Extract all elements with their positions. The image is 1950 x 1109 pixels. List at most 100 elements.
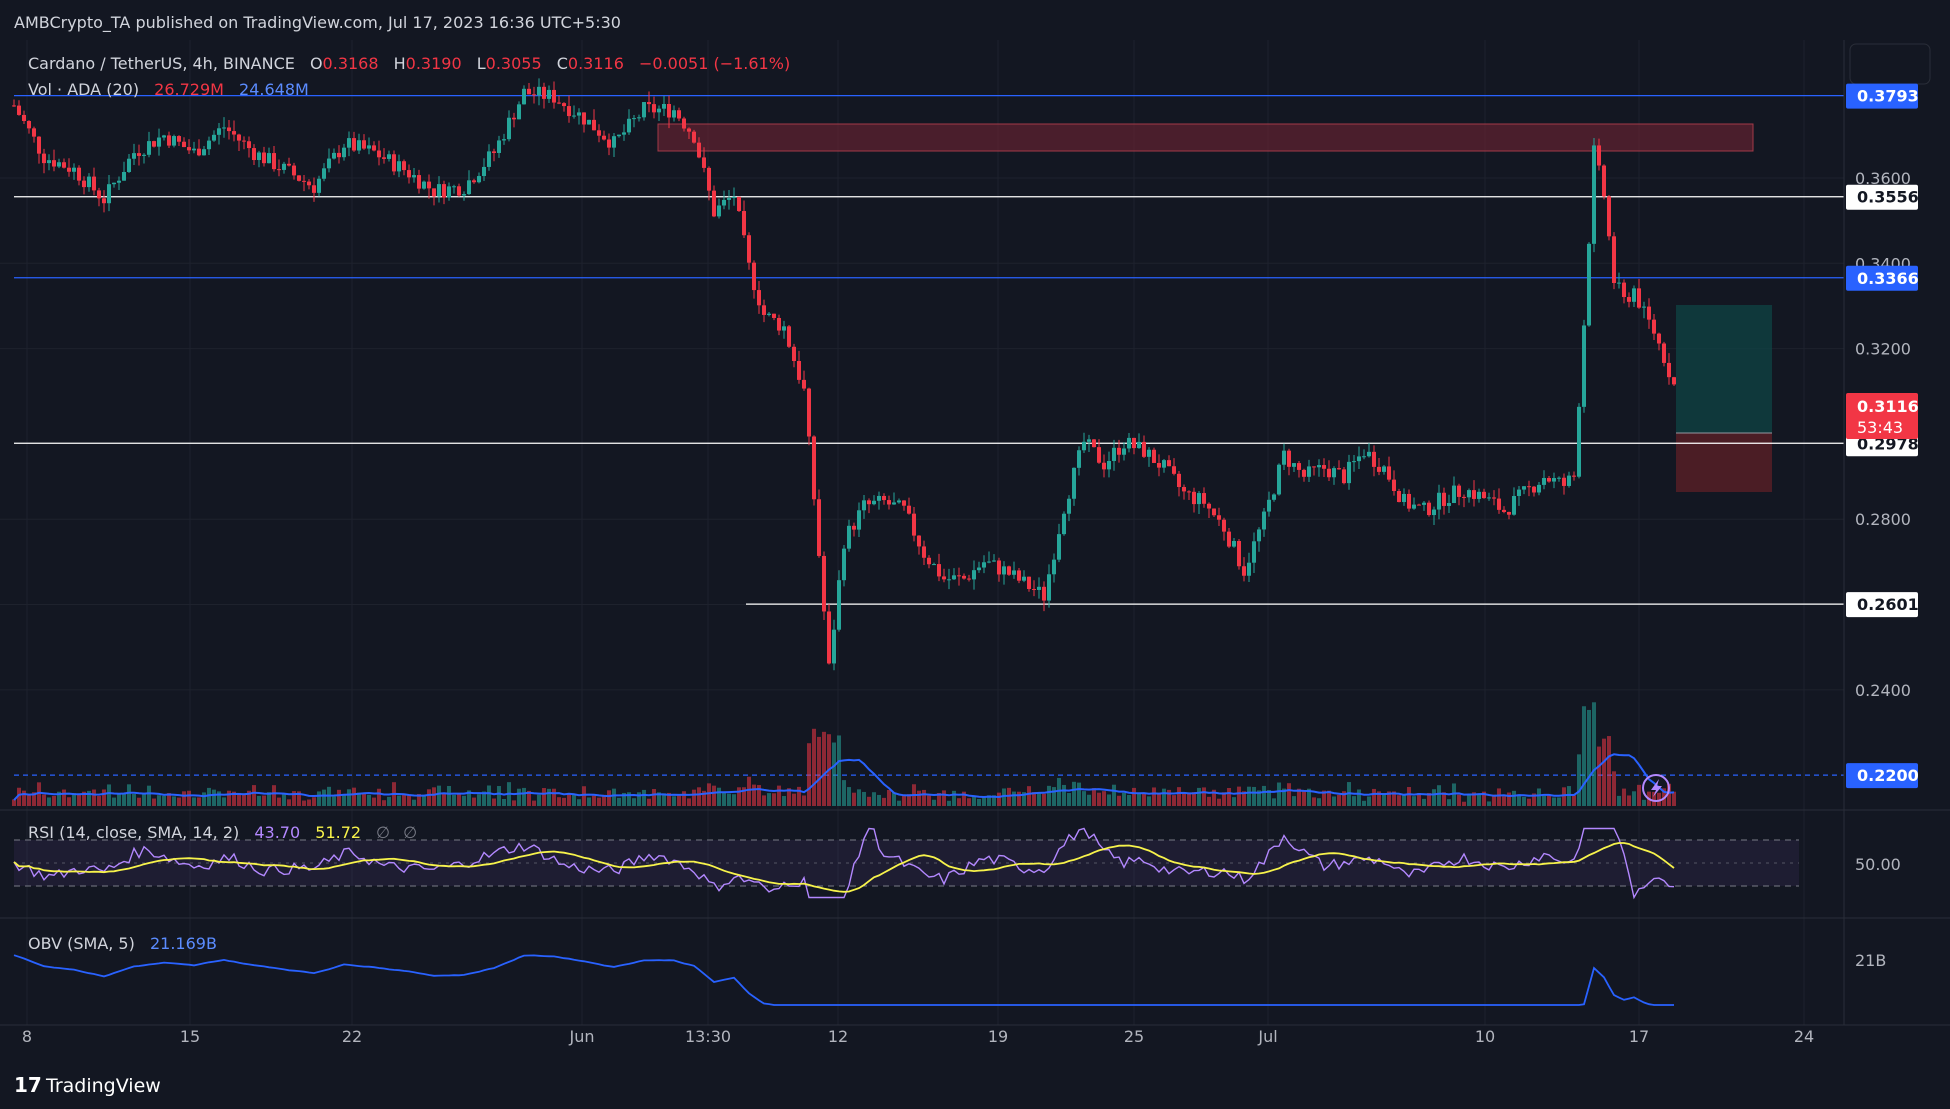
candle-body bbox=[937, 564, 941, 577]
candle-body bbox=[127, 158, 131, 172]
candle-body bbox=[1637, 288, 1641, 308]
volume-bar bbox=[1502, 796, 1506, 806]
volume-bar bbox=[157, 795, 161, 806]
level-tag-label: 0.2601 bbox=[1857, 595, 1919, 614]
candle-body bbox=[977, 567, 981, 571]
volume-bar bbox=[1622, 788, 1626, 806]
volume-bar bbox=[1207, 796, 1211, 806]
candle-body bbox=[527, 88, 531, 95]
volume-bar bbox=[197, 797, 201, 806]
candle-body bbox=[747, 235, 751, 263]
candle-body bbox=[152, 141, 156, 147]
volume-bar bbox=[1512, 790, 1516, 806]
candle-body bbox=[812, 436, 816, 500]
candle-body bbox=[1062, 513, 1066, 535]
candle-body bbox=[942, 576, 946, 580]
candle-body bbox=[182, 141, 186, 148]
volume-bar bbox=[412, 799, 416, 806]
candle-body bbox=[42, 153, 46, 164]
volume-bar bbox=[252, 785, 256, 806]
candle-body bbox=[697, 142, 701, 158]
volume-bar bbox=[947, 800, 951, 806]
candle-body bbox=[892, 502, 896, 505]
volume-bar bbox=[282, 794, 286, 806]
candle-body bbox=[1337, 468, 1341, 470]
candle-body bbox=[1527, 486, 1531, 488]
candle-body bbox=[862, 500, 866, 511]
candle-body bbox=[347, 138, 351, 148]
volume-bar bbox=[1062, 784, 1066, 806]
candle-body bbox=[362, 140, 366, 149]
candle-body bbox=[1012, 570, 1016, 575]
candle-body bbox=[1232, 541, 1236, 547]
time-tick-label: Jun bbox=[569, 1027, 595, 1046]
candle-body bbox=[147, 141, 151, 155]
volume-bar bbox=[1587, 709, 1591, 806]
volume-bar bbox=[1457, 794, 1461, 806]
candle-body bbox=[907, 505, 911, 514]
candle-body bbox=[1632, 288, 1636, 302]
axis-scale-button[interactable] bbox=[1849, 43, 1931, 85]
volume-bar bbox=[362, 793, 366, 806]
candle-body bbox=[237, 134, 241, 141]
candle-body bbox=[912, 513, 916, 536]
candle-body bbox=[927, 557, 931, 565]
candle-body bbox=[472, 180, 476, 183]
volume-bar bbox=[1362, 800, 1366, 806]
volume-bar bbox=[132, 794, 136, 806]
candle-body bbox=[477, 176, 481, 183]
candle-body bbox=[1572, 475, 1576, 477]
price-candles bbox=[12, 78, 1676, 671]
candle-body bbox=[1032, 588, 1036, 590]
volume-bar bbox=[1527, 798, 1531, 806]
volume-bar bbox=[1107, 794, 1111, 806]
tv-logo-icon: 17 bbox=[14, 1073, 42, 1097]
candle-body bbox=[917, 535, 921, 547]
candle-body bbox=[287, 163, 291, 166]
volume-bar bbox=[1097, 792, 1101, 806]
candle-body bbox=[1392, 479, 1396, 492]
candle-body bbox=[1207, 503, 1211, 509]
volume-bar bbox=[1202, 787, 1206, 806]
volume-bar bbox=[342, 794, 346, 806]
volume-bar bbox=[1017, 791, 1021, 806]
volume-bar bbox=[1642, 799, 1646, 806]
time-tick-label: 12 bbox=[828, 1027, 848, 1046]
volume-bar bbox=[1397, 795, 1401, 806]
candle-body bbox=[1287, 450, 1291, 467]
volume-bar bbox=[752, 784, 756, 806]
candle-body bbox=[267, 153, 271, 164]
candle-body bbox=[1122, 448, 1126, 455]
candle-body bbox=[457, 186, 461, 196]
volume-bar bbox=[322, 789, 326, 806]
volume-bar bbox=[1067, 793, 1071, 806]
candle-body bbox=[487, 151, 491, 167]
candle-body bbox=[1592, 145, 1596, 244]
candle-body bbox=[612, 136, 616, 148]
volume-bar bbox=[617, 797, 621, 806]
candle-body bbox=[1017, 570, 1021, 581]
volume-bar bbox=[682, 791, 686, 806]
volume-bar bbox=[1292, 796, 1296, 806]
volume-bar bbox=[122, 793, 126, 806]
level-lines bbox=[14, 95, 1844, 776]
volume-bar bbox=[597, 797, 601, 806]
volume-bar bbox=[1357, 789, 1361, 806]
candle-body bbox=[1302, 469, 1306, 477]
volume-bar bbox=[857, 789, 861, 806]
volume-bar bbox=[1562, 787, 1566, 806]
volume-bar bbox=[382, 800, 386, 806]
volume-bar bbox=[142, 794, 146, 806]
candle-body bbox=[1447, 503, 1451, 506]
candle-body bbox=[957, 575, 961, 577]
candle-body bbox=[502, 139, 506, 141]
volume-bar bbox=[557, 797, 561, 806]
candle-body bbox=[307, 181, 311, 186]
volume-bar bbox=[1422, 798, 1426, 806]
candle-body bbox=[532, 94, 536, 96]
candle-body bbox=[247, 141, 251, 149]
candle-body bbox=[1622, 282, 1626, 298]
volume-bar bbox=[747, 776, 751, 806]
level-tag-label: 0.3793 bbox=[1857, 87, 1919, 106]
candle-body bbox=[77, 167, 81, 181]
